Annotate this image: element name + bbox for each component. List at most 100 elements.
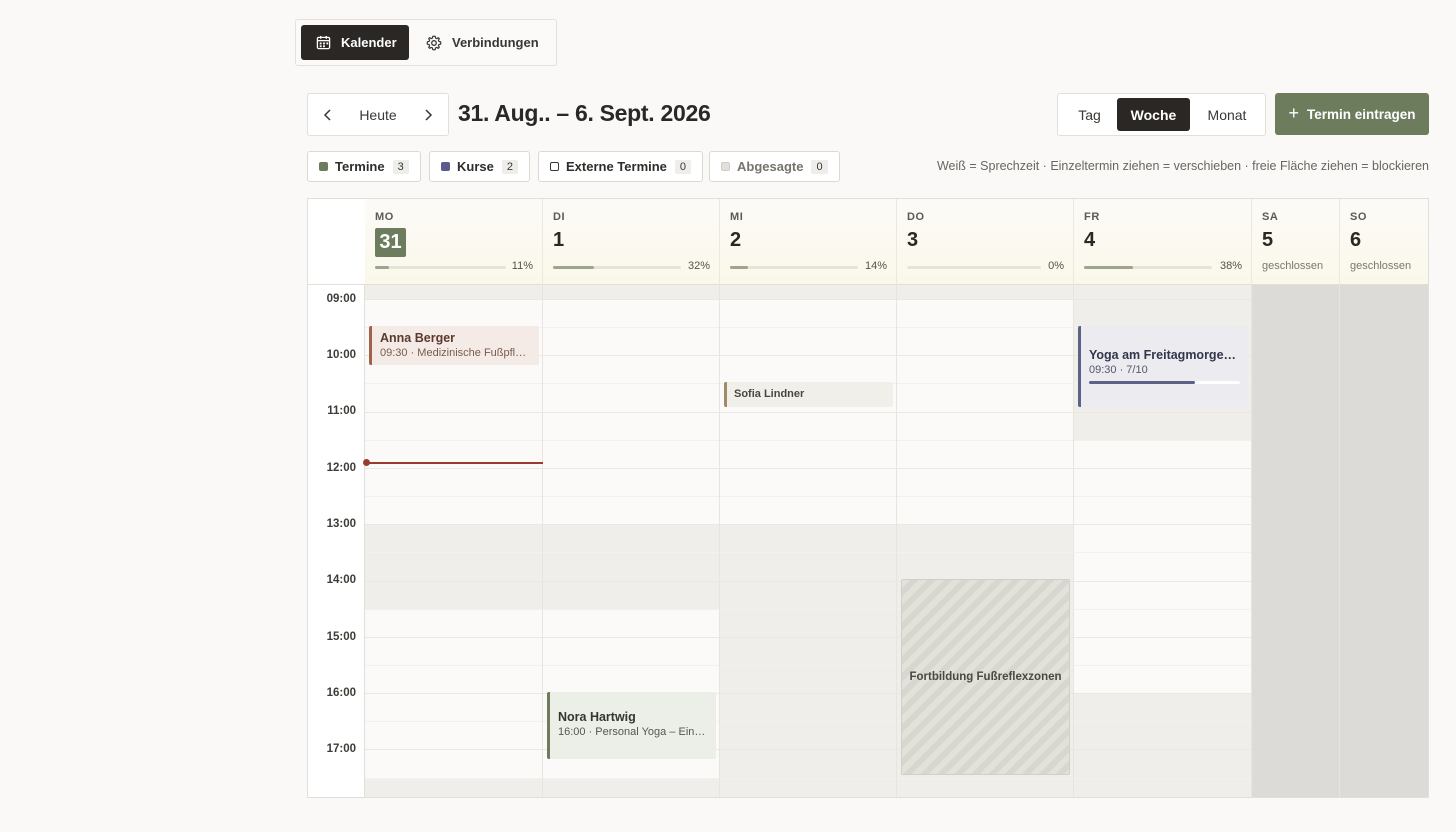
grid-line (897, 355, 1073, 357)
event-subtitle: 09:30 · 7/10 (1089, 364, 1148, 376)
day-header-mo[interactable]: MO 31 11% (365, 199, 543, 285)
next-week-button[interactable] (408, 94, 448, 135)
filter-count: 3 (392, 159, 409, 174)
grid-line (720, 608, 896, 610)
plus-icon: + (1288, 102, 1299, 123)
grid-line (720, 467, 896, 469)
day-date-today: 31 (375, 228, 406, 257)
time-label: 17:00 (326, 743, 356, 755)
filter-externe-termine[interactable]: Externe Termine 0 (538, 151, 704, 182)
grid-line (543, 327, 719, 329)
grid-line (543, 355, 719, 357)
week-calendar: MO 31 11% DI 1 32% MI 2 14% DO 3 0% FR 4… (307, 198, 1429, 798)
grid-line (1074, 777, 1251, 779)
filter-kurse[interactable]: Kurse 2 (429, 151, 530, 182)
grid-line (1074, 749, 1251, 751)
day-name: SA (1262, 211, 1279, 223)
filter-termine[interactable]: Termine 3 (307, 151, 421, 182)
add-appointment-button[interactable]: + Termin eintragen (1275, 93, 1429, 135)
grid-line (897, 327, 1073, 329)
grid-line (543, 411, 719, 413)
grid-line (720, 749, 896, 751)
grid-line (365, 467, 542, 469)
time-band (543, 285, 719, 299)
time-label: 13:00 (326, 518, 356, 530)
grid-line (1074, 552, 1251, 554)
calendar-icon (316, 35, 331, 50)
view-month-button[interactable]: Monat (1192, 98, 1262, 131)
grid-line (543, 777, 719, 779)
grid-line (1074, 524, 1251, 526)
grid-line (1074, 608, 1251, 610)
view-day-button[interactable]: Tag (1062, 98, 1117, 131)
grid-line (720, 524, 896, 526)
closed-label: geschlossen (1262, 260, 1324, 272)
grid-line (1074, 636, 1251, 638)
time-label: 09:00 (326, 293, 356, 305)
grid-line (543, 383, 719, 385)
day-header-do[interactable]: DO 3 0% (897, 199, 1074, 285)
grid-line (897, 383, 1073, 385)
filter-label: Externe Termine (566, 159, 667, 174)
current-time-line (365, 462, 543, 464)
day-header-fr[interactable]: FR 4 38% (1074, 199, 1252, 285)
grid-line (365, 777, 542, 779)
time-band (897, 285, 1073, 299)
filter-count: 0 (811, 159, 828, 174)
time-label: 14:00 (326, 574, 356, 586)
event-title: Sofia Lindner (734, 388, 805, 400)
grid-line (897, 496, 1073, 498)
load-bar (1084, 266, 1212, 269)
load-percent: 14% (864, 260, 887, 272)
day-header-so[interactable]: SO 6 geschlossen (1340, 199, 1428, 285)
grid-line (1074, 664, 1251, 666)
time-label: 10:00 (326, 349, 356, 361)
filter-abgesagte[interactable]: Abgesagte 0 (709, 151, 840, 182)
filter-label: Kurse (457, 159, 494, 174)
time-label: 15:00 (326, 631, 356, 643)
time-label: 16:00 (326, 687, 356, 699)
main-nav: Kalender Verbindungen (295, 19, 557, 66)
view-switcher: Tag Woche Monat (1057, 93, 1266, 136)
capacity-bar (1089, 381, 1240, 384)
today-button[interactable]: Heute (348, 94, 408, 135)
day-header-mi[interactable]: MI 2 14% (720, 199, 897, 285)
event-sofia-lindner[interactable]: Sofia Lindner (724, 382, 893, 407)
time-label: 11:00 (327, 405, 356, 417)
event-title: Nora Hartwig (558, 710, 636, 724)
view-week-button[interactable]: Woche (1117, 98, 1190, 131)
tab-verbindungen[interactable]: Verbindungen (418, 25, 548, 60)
grid-line (1074, 693, 1251, 695)
grid-line (365, 749, 542, 751)
day-name: FR (1084, 211, 1100, 223)
event-anna-berger[interactable]: Anna Berger 09:30 · Medizinische Fußpfle… (369, 326, 539, 365)
grid-line (543, 664, 719, 666)
grid-line (720, 552, 896, 554)
gear-icon (426, 35, 442, 50)
grid-line (720, 299, 896, 300)
day-date: 3 (907, 229, 919, 251)
grid-line (720, 355, 896, 357)
day-header-di[interactable]: DI 1 32% (543, 199, 720, 285)
time-label: 12:00 (326, 462, 356, 474)
day-date: 5 (1262, 229, 1274, 251)
time-band (543, 777, 719, 797)
event-nora-hartwig[interactable]: Nora Hartwig 16:00 · Personal Yoga – Ein… (547, 692, 716, 759)
day-header-sa[interactable]: SA 5 geschlossen (1252, 199, 1340, 285)
grid-line (365, 636, 542, 638)
grid-line (543, 636, 719, 638)
grid-line (720, 439, 896, 441)
date-range-title: 31. Aug.. – 6. Sept. 2026 (458, 100, 711, 126)
blocked-time-fortbildung[interactable]: Fortbildung Fußreflexzonen (901, 579, 1070, 775)
event-yoga-freitag[interactable]: Yoga am Freitagmorgen ... 09:30 · 7/10 (1078, 326, 1248, 407)
day-column-mi[interactable] (720, 285, 897, 797)
grid-line (1074, 721, 1251, 723)
grid-line (543, 439, 719, 441)
grid-line (1074, 580, 1251, 582)
event-subtitle: 09:30 · Medizinische Fußpflege (380, 347, 531, 359)
tab-kalender[interactable]: Kalender (301, 25, 409, 60)
previous-week-button[interactable] (308, 94, 348, 135)
grid-line (897, 552, 1073, 554)
event-subtitle: 16:00 · Personal Yoga – Einzelstunde (558, 726, 708, 738)
grid-line (720, 580, 896, 582)
